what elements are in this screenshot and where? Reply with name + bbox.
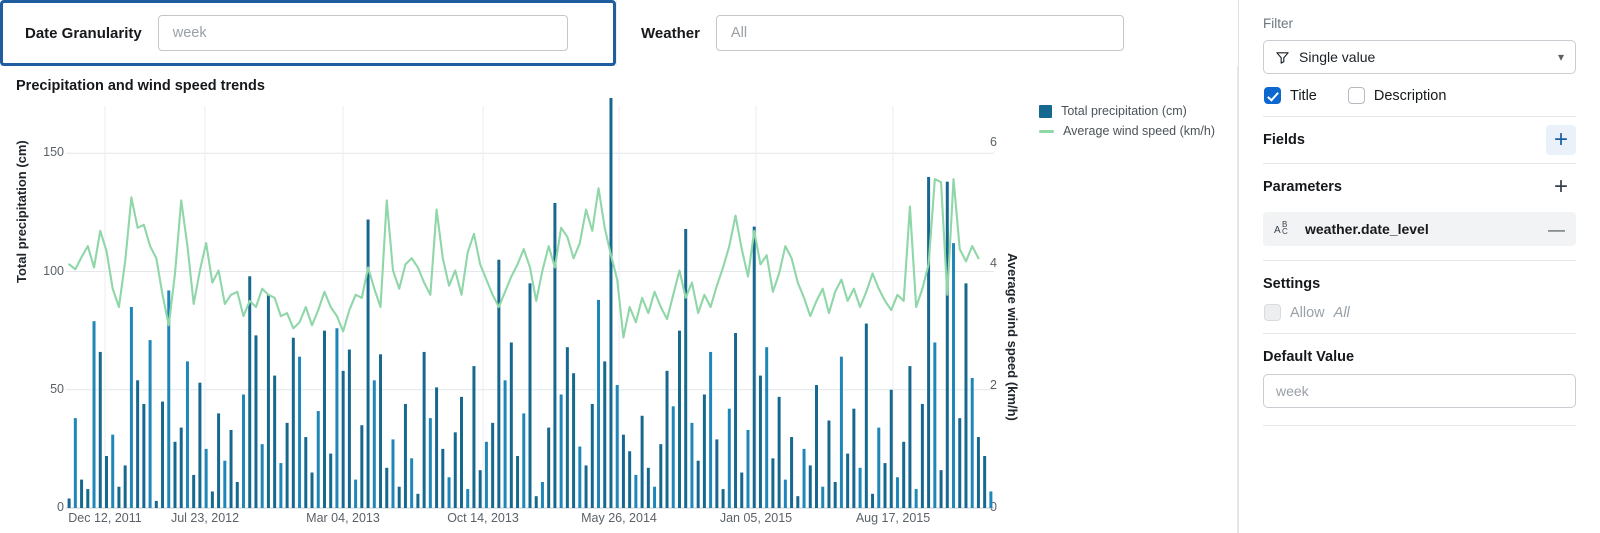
allow-all-row: Allow All (1263, 296, 1576, 333)
add-field-button[interactable]: + (1546, 125, 1576, 155)
filter-input-weather[interactable]: All (716, 15, 1124, 51)
plot-area: Total precipitation (cm) Average wind sp… (0, 98, 1238, 533)
legend-line-icon (1039, 130, 1054, 133)
remove-parameter-icon[interactable]: — (1548, 221, 1565, 238)
default-value-label: Default Value (1263, 334, 1576, 374)
title-checkbox[interactable] (1264, 87, 1281, 104)
allow-all-checkbox[interactable] (1264, 304, 1281, 321)
legend-label-windspeed: Average wind speed (km/h) (1063, 124, 1215, 138)
description-checkbox[interactable] (1348, 87, 1365, 104)
description-checkbox-label: Description (1374, 88, 1447, 104)
filter-card-weather[interactable]: Weather All (616, 0, 1238, 66)
divider (1263, 425, 1576, 426)
filter-type-value: Single value (1299, 49, 1375, 65)
add-parameter-button[interactable]: + (1546, 172, 1576, 202)
legend-swatch-icon (1039, 105, 1052, 118)
filter-bar: Date Granularity week Weather All (0, 0, 1238, 66)
allow-all-label: Allow (1290, 305, 1325, 321)
filter-section-label: Filter (1263, 0, 1576, 40)
chevron-down-icon: ▾ (1558, 50, 1564, 64)
chart-canvas (0, 98, 1238, 533)
filter-input-date-granularity[interactable]: week (158, 15, 568, 51)
title-description-toggles: Title Description (1263, 74, 1576, 116)
chart-card[interactable]: Precipitation and wind speed trends Tota… (0, 66, 1238, 533)
chart-legend: Total precipitation (cm) Average wind sp… (1039, 104, 1215, 138)
parameter-item-weather-date-level[interactable]: A B C weather.date_level — (1263, 212, 1576, 246)
settings-sidebar: Filter Single value ▾ Title Description … (1238, 0, 1600, 533)
legend-item-precipitation[interactable]: Total precipitation (cm) (1039, 104, 1215, 118)
parameter-name: weather.date_level (1305, 221, 1429, 237)
title-checkbox-label: Title (1290, 88, 1317, 104)
legend-item-windspeed[interactable]: Average wind speed (km/h) (1039, 124, 1215, 138)
settings-label: Settings (1263, 261, 1576, 296)
fields-label: Fields (1263, 132, 1305, 148)
abc-icon-c: C (1282, 228, 1288, 236)
filter-type-select[interactable]: Single value ▾ (1263, 40, 1576, 74)
abc-icon-a: A (1274, 226, 1281, 236)
filter-label-date-granularity: Date Granularity (3, 25, 158, 42)
plus-icon: + (1554, 128, 1568, 152)
funnel-icon (1275, 50, 1290, 65)
dashboard-editor: Date Granularity week Weather All Precip… (0, 0, 1600, 533)
allow-all-emphasis: All (1334, 305, 1350, 321)
abc-text-type-icon: A B C (1274, 221, 1294, 237)
default-value-input[interactable]: week (1263, 374, 1576, 408)
filter-card-date-granularity[interactable]: Date Granularity week (0, 0, 616, 66)
legend-label-precipitation: Total precipitation (cm) (1061, 104, 1187, 118)
fields-header: Fields + (1263, 117, 1576, 163)
chart-title: Precipitation and wind speed trends (16, 78, 265, 94)
parameters-label: Parameters (1263, 179, 1342, 195)
plus-icon: + (1554, 175, 1568, 199)
filter-label-weather: Weather (617, 25, 716, 42)
parameters-header: Parameters + (1263, 164, 1576, 210)
dashboard-area: Date Granularity week Weather All Precip… (0, 0, 1238, 533)
